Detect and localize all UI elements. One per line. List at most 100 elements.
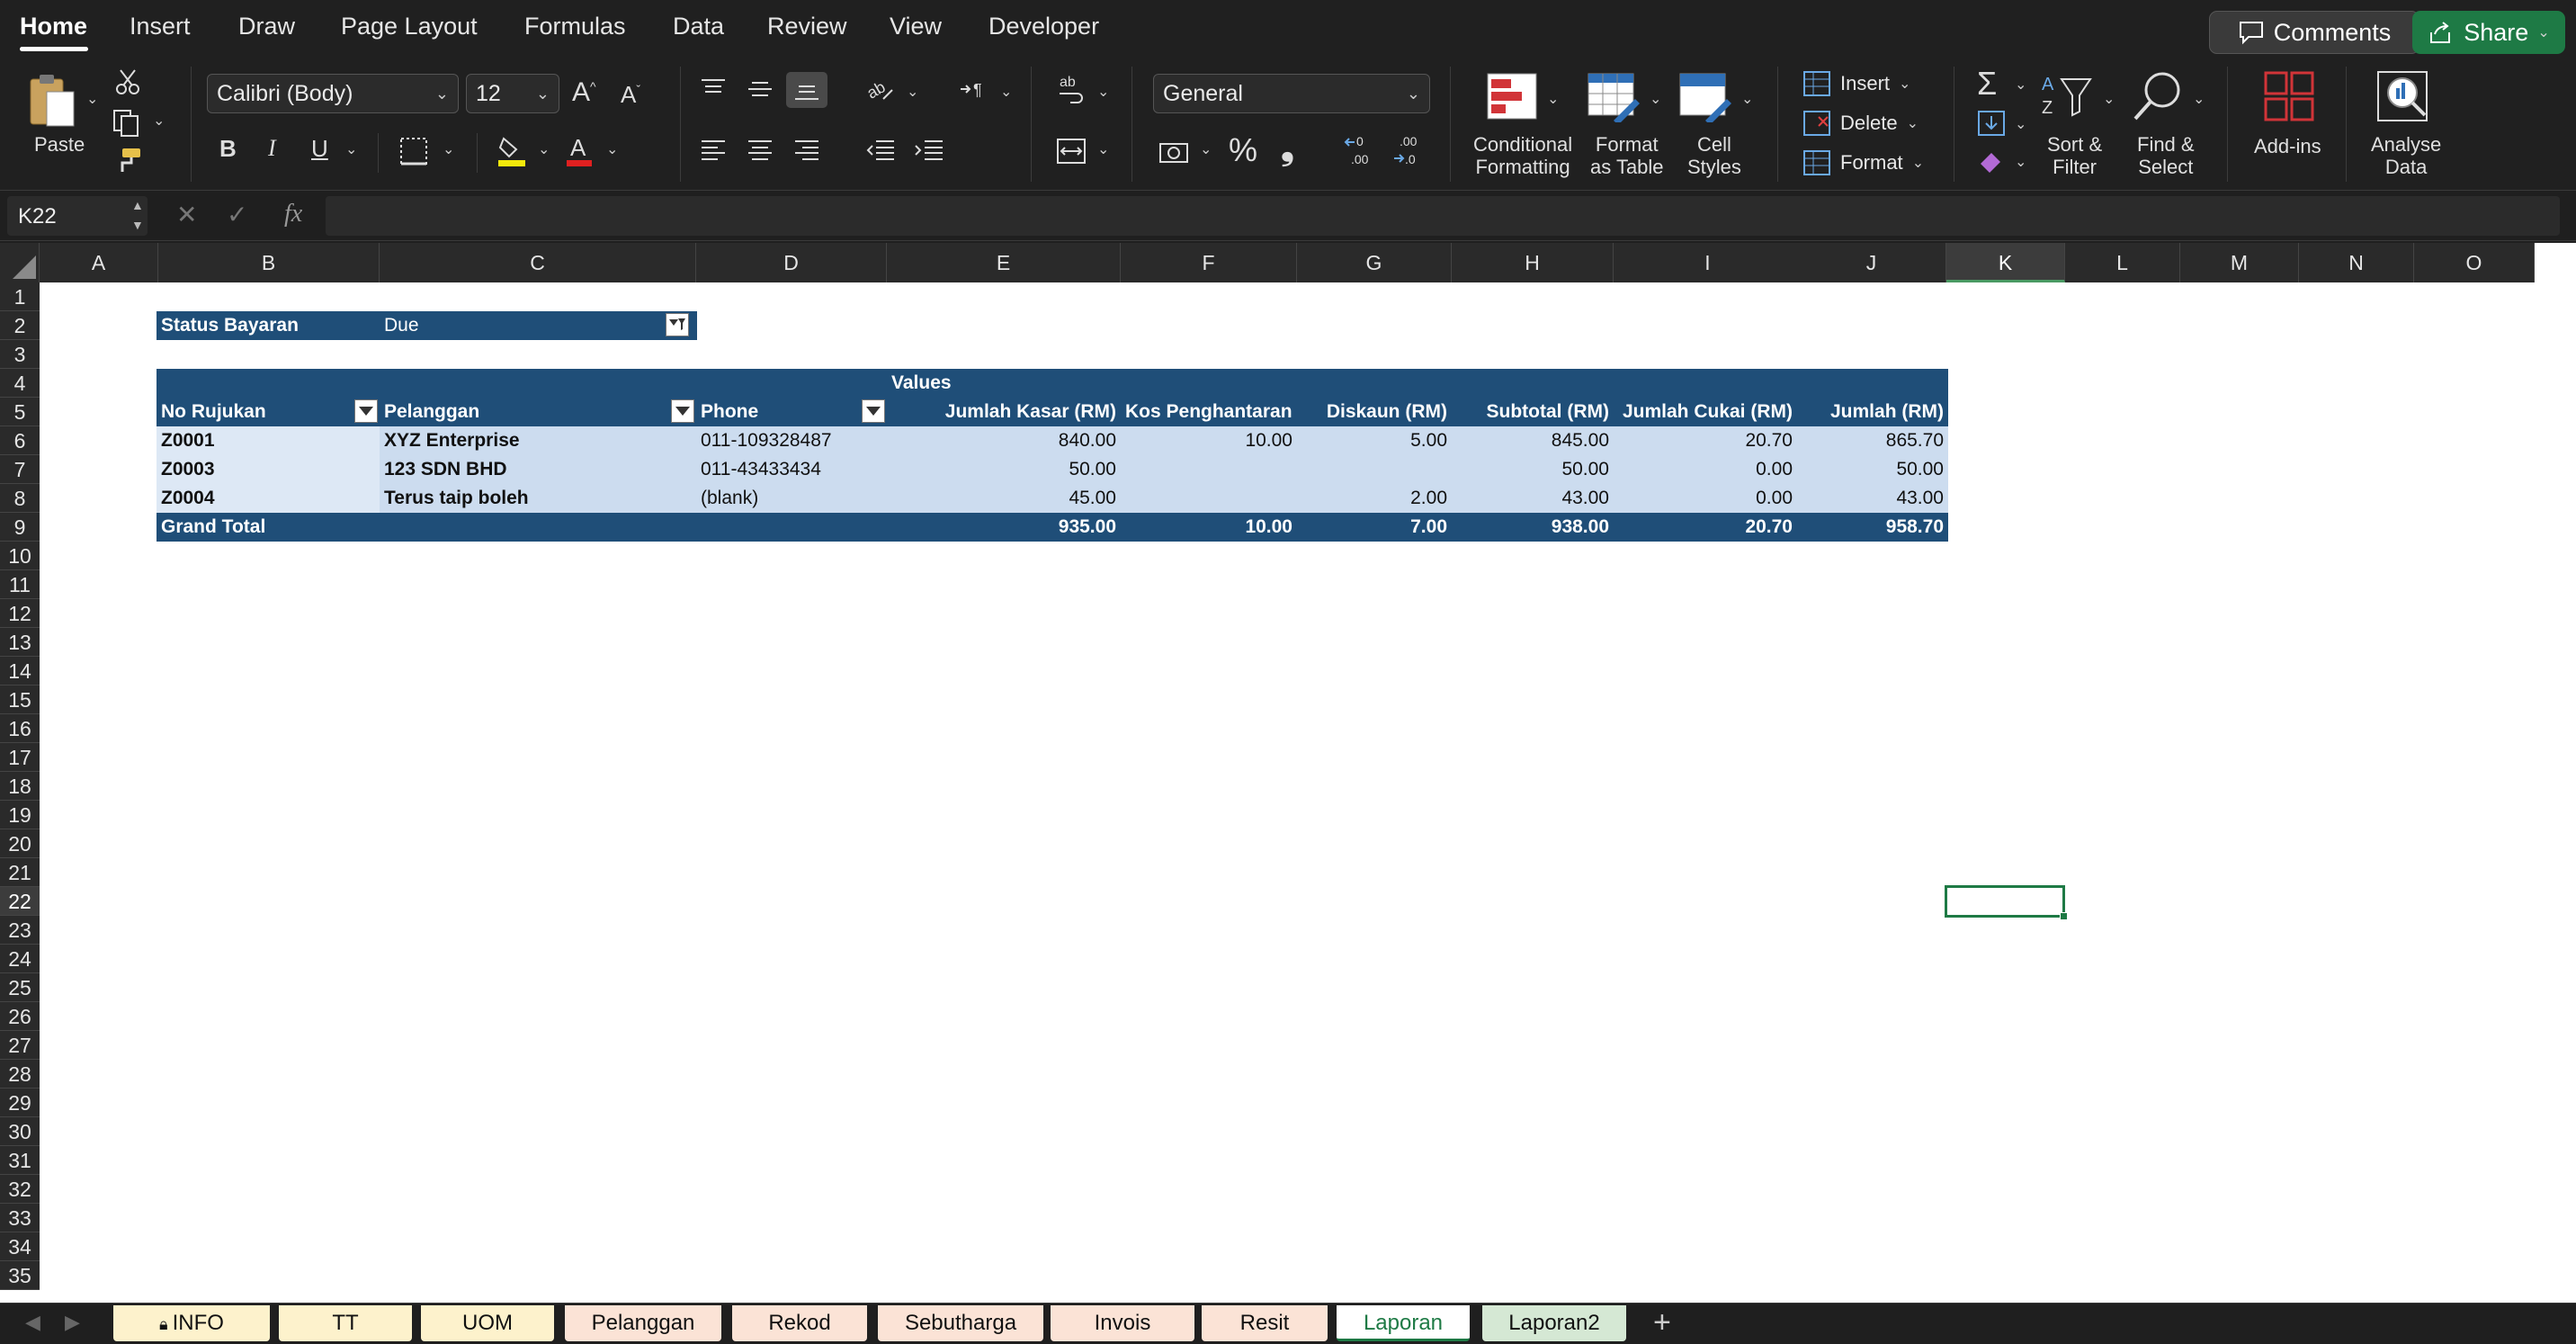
chevron-down-icon[interactable]: ⌄ (153, 112, 165, 130)
menu-draw[interactable]: Draw (238, 13, 295, 40)
sheet-tab-tt[interactable]: TT (279, 1305, 412, 1341)
column-header-d[interactable]: D (696, 243, 887, 282)
text-direction-icon[interactable]: ¶ (959, 77, 989, 101)
orientation-icon[interactable]: ab (865, 76, 896, 103)
column-header-b[interactable]: B (158, 243, 380, 282)
row-header-10[interactable]: 10 (0, 542, 40, 570)
percent-icon[interactable]: % (1229, 131, 1257, 169)
row-header-3[interactable]: 3 (0, 340, 40, 369)
decrease-decimal-icon[interactable]: .00.0 (1391, 133, 1427, 167)
grand-total-cell[interactable] (696, 513, 887, 542)
scroll-left-icon[interactable]: ◀ (25, 1311, 40, 1334)
row-header-22[interactable]: 22 (0, 887, 40, 916)
delete-cells-button[interactable]: Delete ⌄ (1802, 110, 1919, 137)
row-header-1[interactable]: 1 (0, 282, 40, 311)
column-header-j[interactable]: J (1797, 243, 1946, 282)
pivot-filter-dropdown[interactable] (666, 313, 689, 336)
row-header-20[interactable]: 20 (0, 829, 40, 858)
pivot-row-cell[interactable] (1297, 455, 1452, 484)
row-header-6[interactable]: 6 (0, 426, 40, 455)
chevron-down-icon[interactable]: ⌄ (1000, 83, 1012, 101)
pivot-row-cell[interactable]: 50.00 (887, 455, 1121, 484)
pivot-row-cell[interactable]: 20.70 (1614, 426, 1797, 455)
add-sheet-button[interactable]: + (1653, 1305, 1671, 1340)
chevron-down-icon[interactable]: ⌄ (1650, 90, 1661, 108)
row-header-9[interactable]: 9 (0, 513, 40, 542)
copy-icon[interactable] (112, 108, 142, 139)
grand-total-cell[interactable]: Grand Total (157, 513, 380, 542)
pivot-row-cell[interactable]: 50.00 (1452, 455, 1614, 484)
pivot-row-cell[interactable]: Z0001 (157, 426, 380, 455)
pivot-row-cell[interactable]: 0.00 (1614, 484, 1797, 513)
column-header-l[interactable]: L (2065, 243, 2180, 282)
grand-total-cell[interactable]: 938.00 (1452, 513, 1614, 542)
pivot-row-cell[interactable]: 10.00 (1121, 426, 1297, 455)
sheet-tab-resit[interactable]: Resit (1202, 1305, 1328, 1341)
row-header-24[interactable]: 24 (0, 945, 40, 973)
grand-total-cell[interactable] (380, 513, 696, 542)
pivot-row-cell[interactable]: 0.00 (1614, 455, 1797, 484)
pivot-row-cell[interactable]: 50.00 (1797, 455, 1948, 484)
row-header-31[interactable]: 31 (0, 1146, 40, 1175)
chevron-down-icon[interactable]: ⌄ (538, 140, 550, 158)
chevron-down-icon[interactable]: ⌄ (443, 140, 454, 158)
row-header-33[interactable]: 33 (0, 1204, 40, 1232)
align-left-icon[interactable] (700, 139, 727, 162)
merge-center-icon[interactable] (1056, 137, 1087, 166)
column-header-m[interactable]: M (2180, 243, 2299, 282)
chevron-down-icon[interactable]: ⌄ (606, 140, 618, 158)
align-center-icon[interactable] (747, 139, 774, 162)
scroll-right-icon[interactable]: ▶ (65, 1311, 80, 1334)
chevron-down-icon[interactable]: ⌄ (907, 83, 918, 101)
pivot-row-cell[interactable]: 011-109328487 (696, 426, 887, 455)
column-header-n[interactable]: N (2299, 243, 2414, 282)
sheet-tab-info[interactable]: 🔒︎ INFO (113, 1305, 270, 1341)
name-box[interactable]: K22 ▲ ▼ (7, 196, 148, 236)
font-name-select[interactable]: Calibri (Body) ⌄ (207, 74, 459, 113)
borders-icon[interactable] (399, 137, 428, 166)
fill-handle[interactable] (2060, 912, 2068, 920)
fill-color-icon[interactable] (496, 135, 527, 167)
paste-button[interactable] (25, 72, 79, 131)
column-header-k[interactable]: K (1946, 243, 2065, 282)
align-top-icon[interactable] (700, 77, 727, 101)
accounting-format-icon[interactable] (1158, 137, 1191, 167)
chevron-down-icon[interactable]: ⌄ (1097, 140, 1109, 158)
chevron-down-icon[interactable]: ⌄ (1547, 90, 1559, 108)
chevron-down-icon[interactable]: ⌄ (345, 140, 357, 158)
row-header-4[interactable]: 4 (0, 369, 40, 398)
cell-styles-icon[interactable] (1678, 70, 1732, 122)
font-color-icon[interactable]: A (565, 133, 594, 167)
pivot-row-cell[interactable]: (blank) (696, 484, 887, 513)
chevron-down-icon[interactable]: ⌄ (2015, 153, 2026, 171)
row-header-26[interactable]: 26 (0, 1002, 40, 1031)
menu-formulas[interactable]: Formulas (524, 13, 626, 40)
row-header-12[interactable]: 12 (0, 599, 40, 628)
spreadsheet-grid[interactable]: ABCDEFGHIJKLMNO 1 2 3 4 5 6 7 8 9 10 11 12 13 14 15 16 1… (0, 243, 2576, 1303)
format-cells-button[interactable]: Format ⌄ (1802, 149, 1924, 176)
row-header-13[interactable]: 13 (0, 628, 40, 657)
chevron-down-icon[interactable]: ⌄ (2015, 76, 2026, 94)
row-header-16[interactable]: 16 (0, 714, 40, 743)
chevron-down-icon[interactable]: ⌄ (2193, 90, 2205, 108)
pivot-row-cell[interactable]: 43.00 (1452, 484, 1614, 513)
sheet-tab-laporan2[interactable]: Laporan2 (1482, 1305, 1626, 1341)
decrease-indent-icon[interactable] (865, 139, 896, 162)
analyse-data-icon[interactable] (2375, 68, 2432, 126)
decrease-font-icon[interactable]: Aˇ (621, 81, 640, 109)
pivot-row-cell[interactable]: 840.00 (887, 426, 1121, 455)
sheet-tab-invois[interactable]: Invois (1051, 1305, 1194, 1341)
select-all-corner[interactable] (0, 243, 40, 282)
increase-decimal-icon[interactable]: 0.00 (1344, 133, 1380, 167)
pivot-field-filter-button[interactable] (862, 399, 885, 423)
row-header-29[interactable]: 29 (0, 1089, 40, 1117)
chevron-down-icon[interactable]: ⌄ (1097, 83, 1109, 101)
pivot-row-cell[interactable] (1121, 455, 1297, 484)
menu-home[interactable]: Home (20, 13, 87, 40)
pivot-row-cell[interactable]: 865.70 (1797, 426, 1948, 455)
chevron-down-icon[interactable]: ⌄ (2015, 115, 2026, 133)
chevron-down-icon[interactable]: ⌄ (86, 90, 98, 108)
pivot-row-cell[interactable]: 43.00 (1797, 484, 1948, 513)
chevron-down-icon[interactable]: ⌄ (1741, 90, 1753, 108)
column-header-o[interactable]: O (2414, 243, 2535, 282)
